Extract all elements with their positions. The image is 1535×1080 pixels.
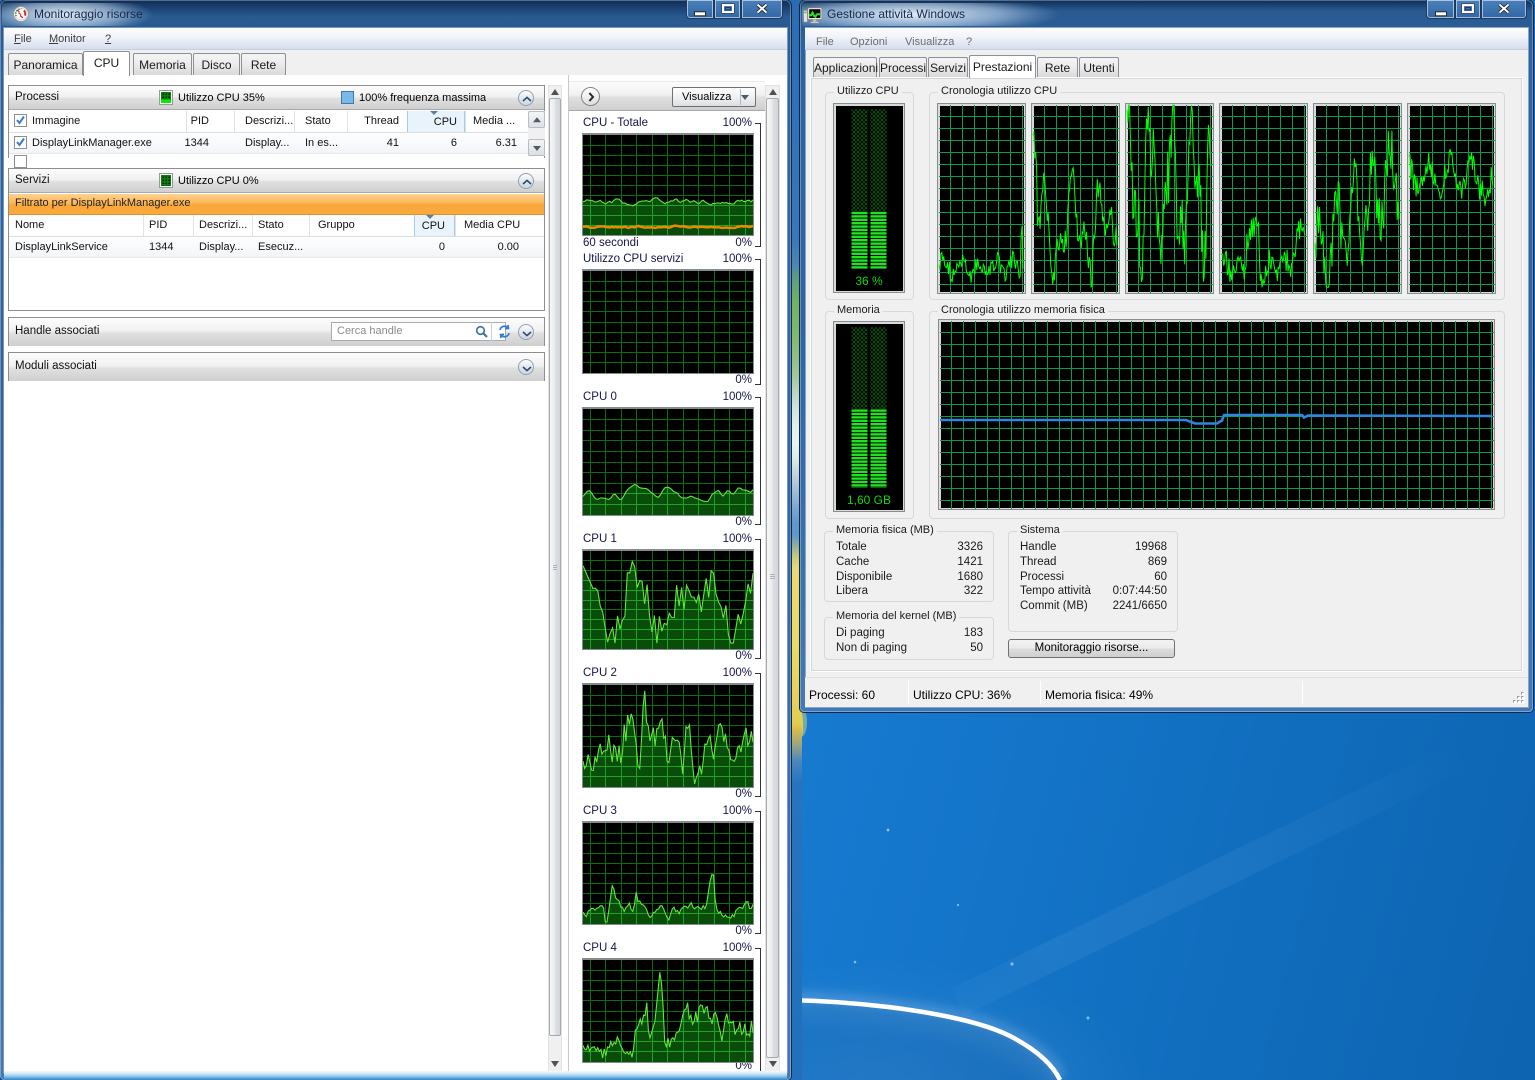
svg-text:1,60 GB: 1,60 GB xyxy=(847,493,891,507)
svg-text:36 %: 36 % xyxy=(855,274,883,288)
